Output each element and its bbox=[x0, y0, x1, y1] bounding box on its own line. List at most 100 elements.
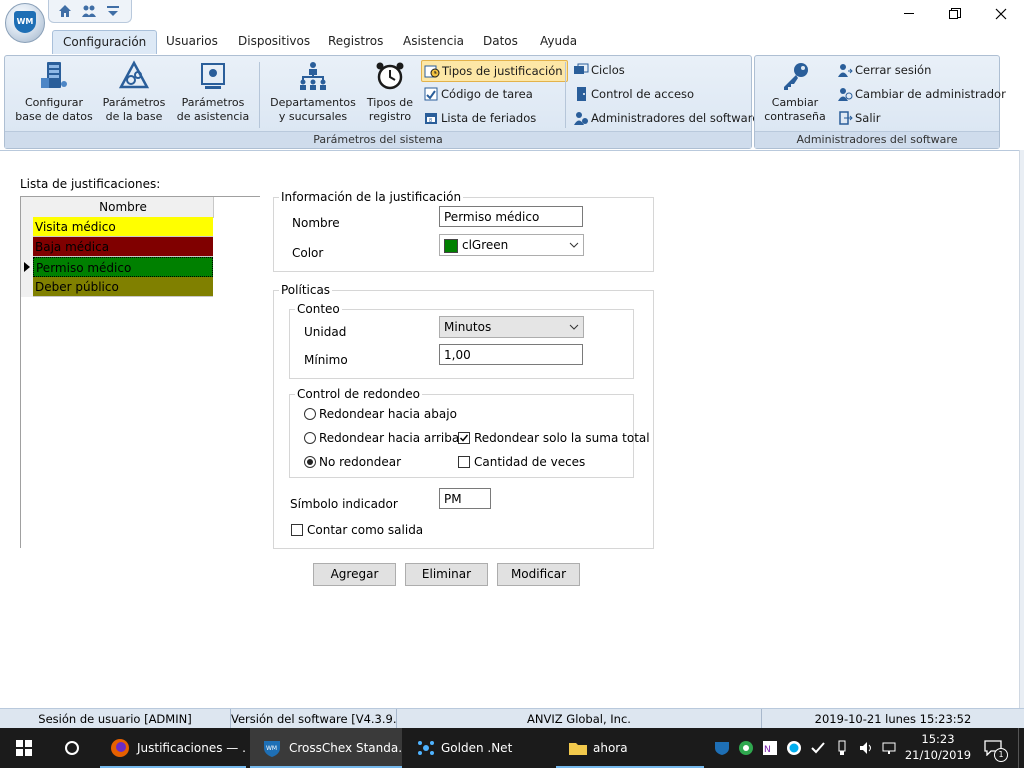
record-types-label-2: registro bbox=[368, 110, 412, 123]
security-tray-icon[interactable] bbox=[738, 740, 754, 756]
usb-tray-icon[interactable] bbox=[834, 740, 850, 756]
software-admins-label: Administradores del software bbox=[591, 111, 760, 125]
database-server-icon bbox=[41, 62, 67, 88]
count-legend: Conteo bbox=[295, 302, 342, 316]
network-tray-icon[interactable] bbox=[881, 740, 897, 756]
list-item-selected[interactable]: Permiso médico bbox=[33, 257, 213, 277]
unit-label: Unidad bbox=[304, 325, 347, 339]
switch-admin-button[interactable]: Cambiar de administrador bbox=[835, 84, 1010, 104]
tab-ayuda[interactable]: Ayuda bbox=[530, 30, 587, 53]
delete-button[interactable]: Eliminar bbox=[405, 563, 488, 586]
taskbar-item-label: CrossChex Standa... bbox=[289, 741, 402, 755]
app-logo[interactable]: WM bbox=[5, 3, 45, 43]
ribbon-group-caption: Parámetros del sistema bbox=[5, 131, 751, 148]
add-button[interactable]: Agregar bbox=[313, 563, 396, 586]
logout-button[interactable]: Cerrar sesión bbox=[835, 60, 935, 80]
minimize-button[interactable] bbox=[886, 0, 932, 28]
sum-only-checkbox[interactable] bbox=[458, 432, 470, 444]
software-admins-button[interactable]: Administradores del software bbox=[571, 108, 763, 128]
attendance-params-button[interactable]: Parámetros de asistencia bbox=[173, 60, 253, 124]
color-select[interactable]: clGreen bbox=[439, 234, 584, 256]
home-icon[interactable] bbox=[57, 3, 73, 19]
taskbar-item-golden-net[interactable]: Golden .Net bbox=[404, 728, 554, 768]
taskbar-item-label: Golden .Net bbox=[441, 741, 513, 755]
round-up-radio[interactable] bbox=[304, 432, 316, 444]
no-round-label[interactable]: No redondear bbox=[319, 455, 401, 469]
clock[interactable]: 15:23 21/10/2019 bbox=[902, 731, 974, 763]
departments-button[interactable]: Departamentos y sucursales bbox=[265, 60, 361, 124]
people-icon[interactable] bbox=[81, 3, 97, 19]
exit-button[interactable]: Salir bbox=[835, 108, 884, 128]
key-icon bbox=[784, 63, 808, 90]
windows-start-icon[interactable] bbox=[16, 740, 32, 756]
update-tray-icon[interactable] bbox=[810, 740, 826, 756]
justification-types-button[interactable]: Tipos de justificación bbox=[421, 60, 568, 82]
search-circle-icon[interactable] bbox=[64, 740, 80, 756]
list-item[interactable]: Baja médica bbox=[33, 237, 213, 257]
chevron-down-icon bbox=[569, 242, 579, 248]
tab-configuracion[interactable]: Configuración bbox=[52, 30, 158, 54]
notification-badge: 1 bbox=[994, 748, 1008, 762]
task-code-button[interactable]: Código de tarea bbox=[421, 84, 537, 104]
taskbar-item-crosschex[interactable]: WM CrossChex Standa... bbox=[250, 728, 402, 768]
times-label[interactable]: Cantidad de veces bbox=[474, 455, 585, 469]
name-field[interactable]: Permiso médico bbox=[439, 206, 583, 227]
crosschex-icon: WM bbox=[264, 741, 280, 757]
cycles-button[interactable]: Ciclos bbox=[571, 60, 629, 80]
access-control-button[interactable]: Control de acceso bbox=[571, 84, 698, 104]
tab-dispositivos[interactable]: Dispositivos bbox=[228, 30, 320, 53]
taskbar-item-label: ahora bbox=[593, 741, 628, 755]
ribbon-group-system-params: Configurar base de datos Parámetros de l… bbox=[4, 55, 759, 149]
tab-usuarios[interactable]: Usuarios bbox=[156, 30, 228, 53]
tab-datos[interactable]: Datos bbox=[473, 30, 528, 53]
times-checkbox[interactable] bbox=[458, 456, 470, 468]
configure-database-button[interactable]: Configurar base de datos bbox=[9, 60, 99, 124]
tab-registros[interactable]: Registros bbox=[318, 30, 393, 53]
unit-select[interactable]: Minutos bbox=[439, 316, 584, 338]
alarm-clock-icon bbox=[376, 62, 404, 90]
status-bar: Sesión de usuario [ADMIN] Versión del so… bbox=[0, 708, 1024, 729]
modify-button[interactable]: Modificar bbox=[497, 563, 580, 586]
taskbar-item-folder[interactable]: ahora bbox=[556, 728, 704, 768]
holiday-list-label: Lista de feriados bbox=[441, 111, 537, 125]
record-types-button[interactable]: Tipos de registro bbox=[361, 60, 419, 124]
holiday-list-button[interactable]: 8 Lista de feriados bbox=[421, 108, 540, 128]
onenote-tray-icon[interactable]: N bbox=[762, 740, 778, 756]
list-item[interactable]: Deber público bbox=[33, 277, 213, 297]
no-round-radio[interactable] bbox=[304, 456, 316, 468]
record-types-label-1: Tipos de bbox=[366, 96, 414, 109]
chevron-down-icon bbox=[569, 324, 579, 330]
volume-tray-icon[interactable] bbox=[858, 740, 874, 756]
attendance-settings-icon bbox=[201, 63, 225, 89]
dropdown-icon[interactable] bbox=[105, 3, 121, 19]
symbol-field[interactable]: PM bbox=[439, 488, 491, 509]
database-params-button[interactable]: Parámetros de la base bbox=[97, 60, 171, 124]
cycles-icon bbox=[574, 63, 589, 74]
minimum-field[interactable]: 1,00 bbox=[439, 344, 583, 365]
list-item[interactable]: Visita médico bbox=[33, 217, 213, 237]
rounding-legend: Control de redondeo bbox=[295, 387, 422, 401]
close-button[interactable] bbox=[978, 0, 1024, 28]
change-password-button[interactable]: Cambiar contraseña bbox=[759, 60, 831, 124]
crosschex-tray-icon[interactable] bbox=[714, 740, 730, 756]
attendance-params-label-2: de asistencia bbox=[176, 110, 250, 123]
firefox-icon bbox=[111, 739, 129, 757]
sum-only-label[interactable]: Redondear solo la suma total bbox=[474, 431, 650, 445]
count-exit-label[interactable]: Contar como salida bbox=[307, 523, 423, 537]
round-down-radio[interactable] bbox=[304, 408, 316, 420]
count-exit-checkbox[interactable] bbox=[291, 524, 303, 536]
title-bar bbox=[0, 0, 1024, 28]
clock-date: 21/10/2019 bbox=[904, 748, 972, 762]
round-down-label[interactable]: Redondear hacia abajo bbox=[319, 407, 457, 421]
admins-icon bbox=[574, 112, 588, 125]
taskbar-item-firefox[interactable]: Justificaciones — ... bbox=[100, 728, 246, 768]
ribbon-separator bbox=[565, 62, 566, 128]
skype-tray-icon[interactable] bbox=[786, 740, 802, 756]
tab-asistencia[interactable]: Asistencia bbox=[393, 30, 474, 53]
policies-legend: Políticas bbox=[279, 283, 333, 297]
change-password-label-2: contraseña bbox=[764, 110, 826, 123]
show-desktop-button[interactable] bbox=[1018, 728, 1024, 768]
round-up-label[interactable]: Redondear hacia arriba bbox=[319, 431, 459, 445]
column-header-name[interactable]: Nombre bbox=[33, 197, 214, 218]
maximize-button[interactable] bbox=[932, 0, 978, 28]
